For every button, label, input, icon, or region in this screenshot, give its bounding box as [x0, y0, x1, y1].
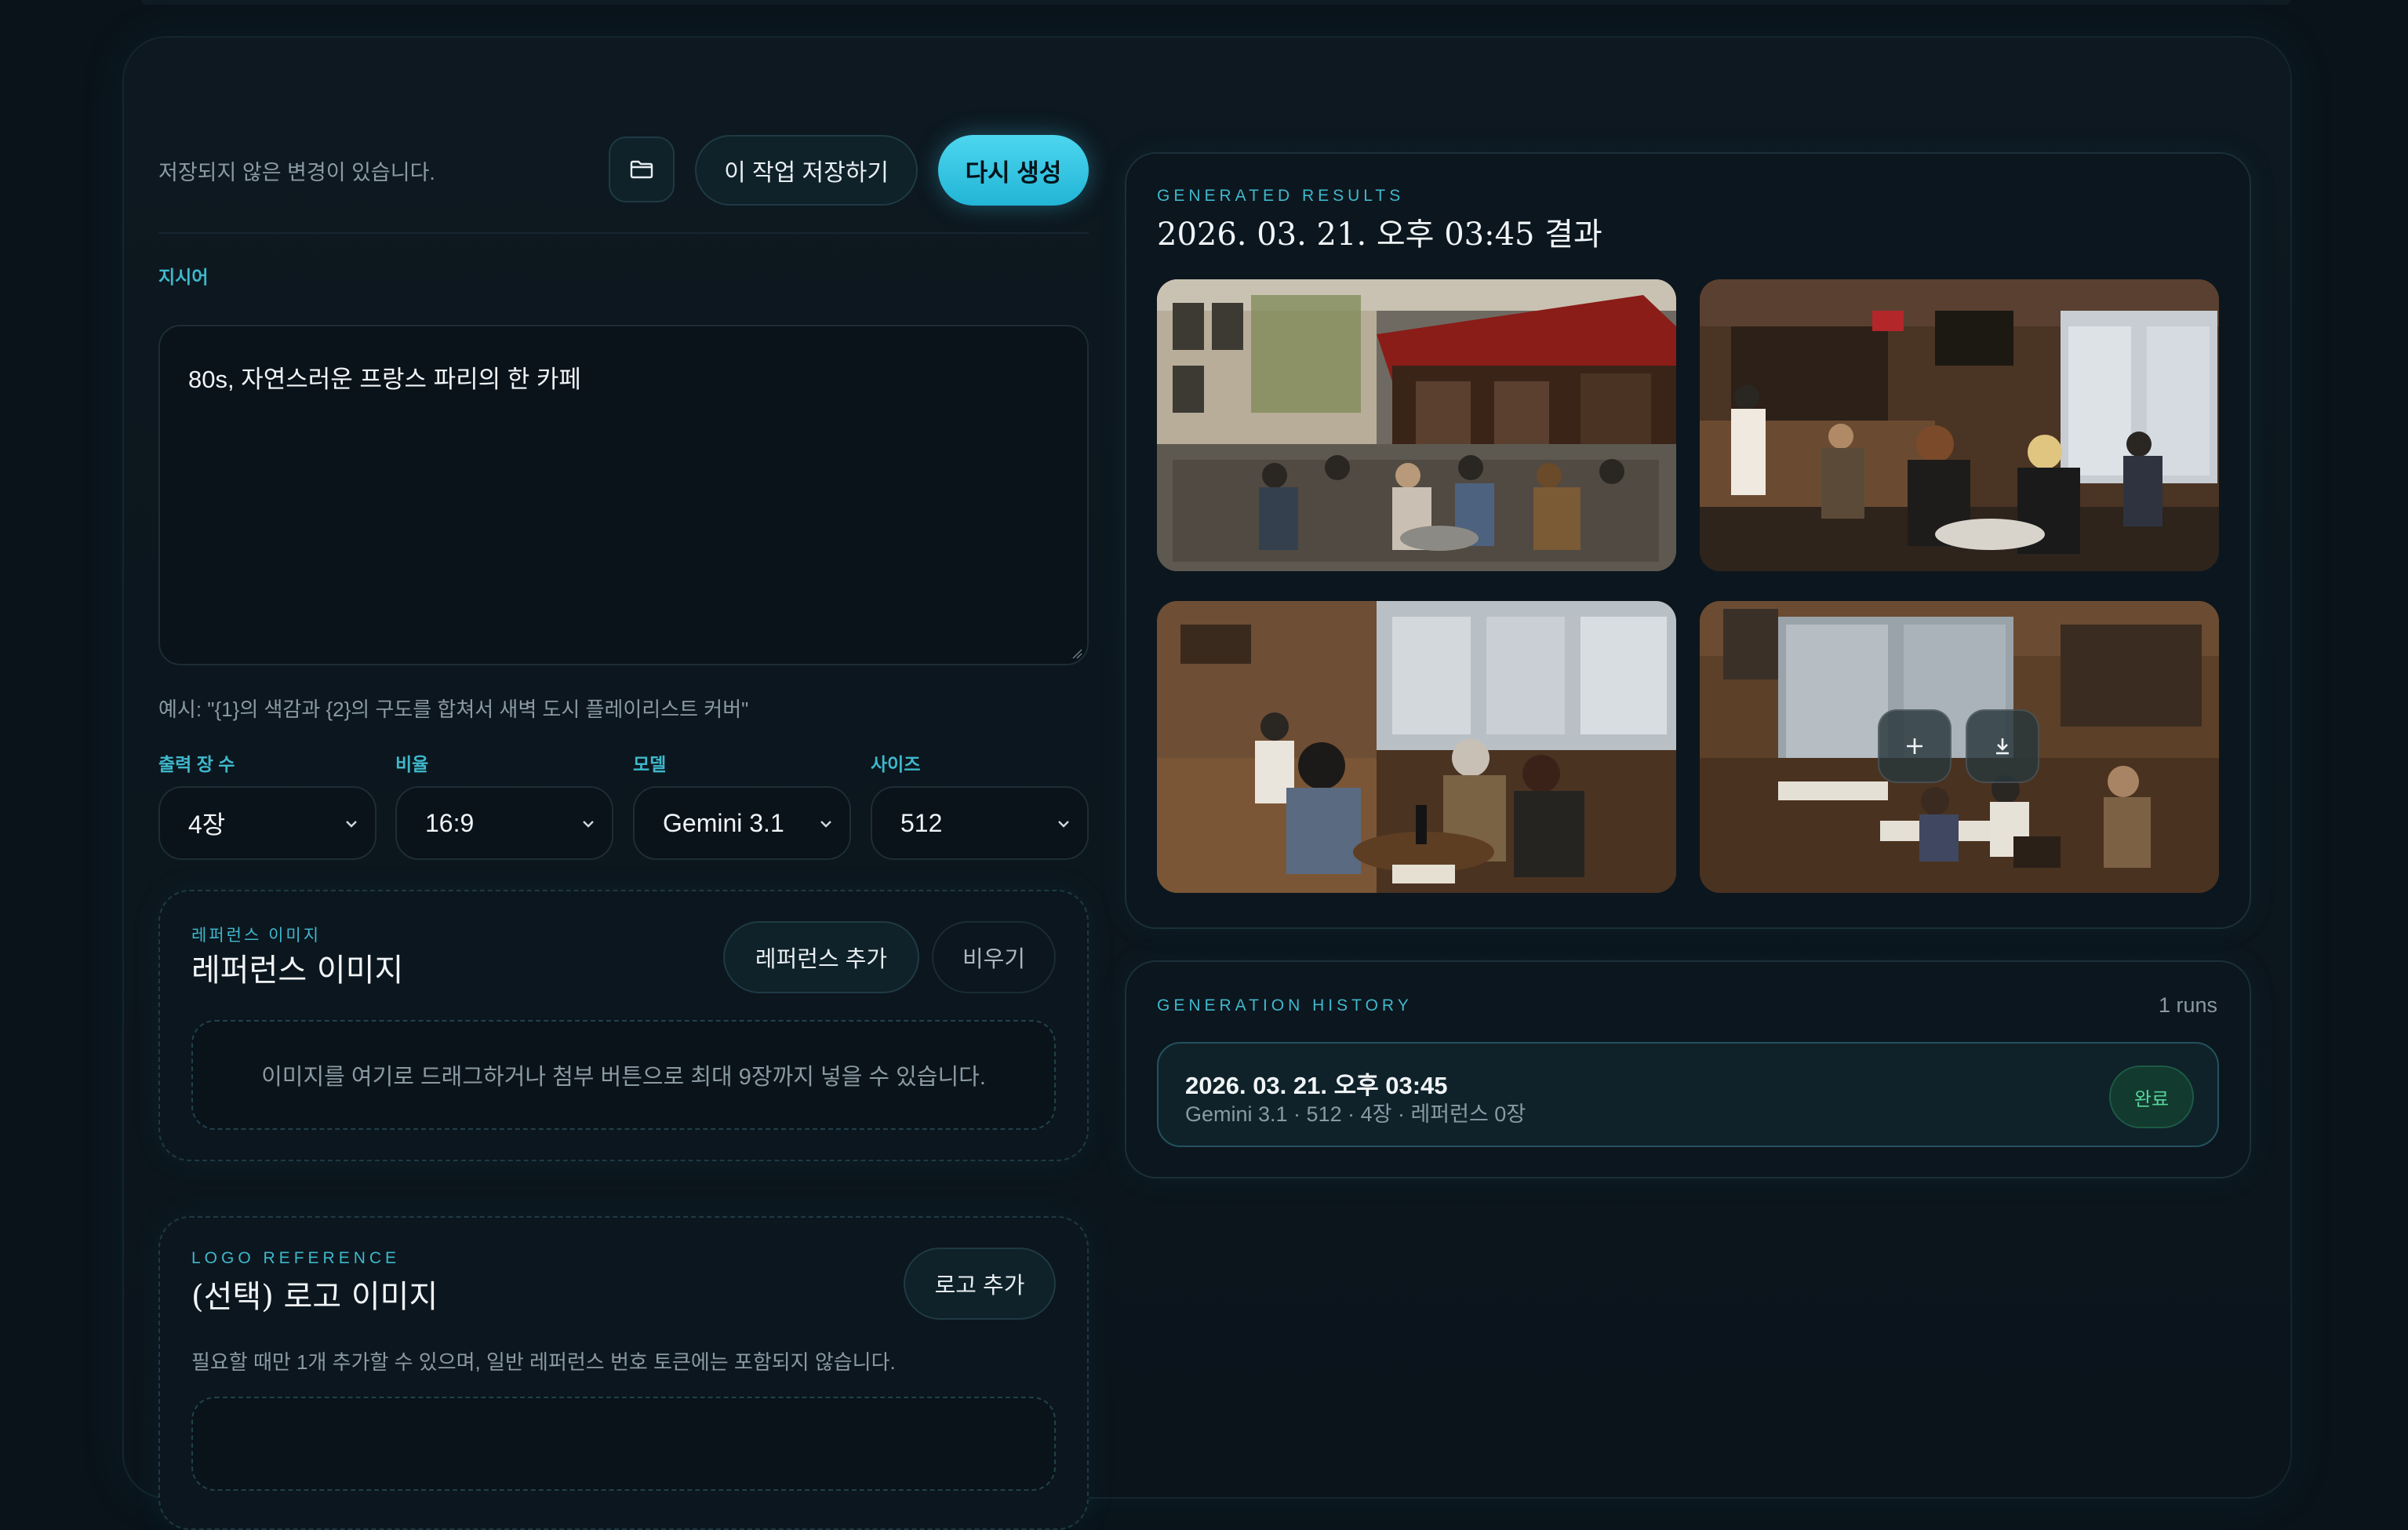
prompt-textarea[interactable]: 80s, 자연스러운 프랑스 파리의 한 카페	[158, 325, 1089, 665]
history-run-count: 1 runs	[2159, 993, 2218, 1017]
model-label: 모델	[633, 754, 667, 774]
prompt-hint: 예시: "{1}의 색감과 {2}의 구도를 합쳐서 새벽 도시 플레이리스트 …	[158, 698, 749, 721]
size-select[interactable]: 512	[871, 786, 1089, 860]
cafe-exterior-image	[1157, 279, 1676, 571]
add-to-reference-button[interactable]	[1878, 709, 1951, 783]
history-item-title: 2026. 03. 21. 오후 03:45	[1185, 1072, 1448, 1099]
unsaved-notice: 저장되지 않은 변경이 있습니다.	[158, 161, 435, 184]
download-icon	[1996, 738, 2009, 755]
results-title: 2026. 03. 21. 오후 03:45 결과	[1157, 217, 1602, 253]
reference-dropzone[interactable]: 이미지를 여기로 드래그하거나 첨부 버튼으로 최대 9장까지 넣을 수 있습니…	[191, 1020, 1056, 1130]
add-logo-button[interactable]: 로고 추가	[904, 1248, 1056, 1320]
logo-eyebrow: LOGO REFERENCE	[191, 1249, 401, 1267]
history-eyebrow: GENERATION HISTORY	[1157, 996, 1413, 1015]
history-item-meta: Gemini 3.1 · 512 · 4장 · 레퍼런스 0장	[1185, 1102, 1526, 1126]
download-image-button[interactable]	[1966, 709, 2039, 783]
cafe-interior-window-image	[1700, 601, 2219, 893]
chevron-down-icon	[820, 821, 831, 828]
result-image-2[interactable]	[1700, 279, 2219, 571]
count-label: 출력 장 수	[158, 754, 235, 774]
model-value: Gemini 3.1	[663, 808, 784, 837]
size-label: 사이즈	[871, 754, 921, 774]
reference-eyebrow: 레퍼런스 이미지	[191, 927, 322, 945]
save-work-button[interactable]: 이 작업 저장하기	[695, 135, 918, 206]
size-value: 512	[900, 808, 943, 837]
results-eyebrow: GENERATED RESULTS	[1157, 187, 1405, 205]
count-select[interactable]: 4장	[158, 786, 376, 860]
prompt-text: 80s, 자연스러운 프랑스 파리의 한 카페	[188, 366, 581, 393]
folder-icon	[630, 160, 653, 179]
logo-description: 필요할 때만 1개 추가할 수 있으며, 일반 레퍼런스 번호 토큰에는 포함되…	[191, 1350, 896, 1374]
logo-title: (선택) 로고 이미지	[191, 1279, 438, 1315]
status-badge: 완료	[2109, 1066, 2194, 1128]
cafe-interior-group-image	[1157, 601, 1676, 893]
regenerate-button[interactable]: 다시 생성	[938, 135, 1089, 206]
prompt-label: 지시어	[158, 267, 209, 287]
clear-reference-button[interactable]: 비우기	[932, 921, 1056, 993]
resize-grip-icon[interactable]	[1071, 648, 1082, 659]
ratio-select[interactable]: 16:9	[395, 786, 613, 860]
logo-dropzone[interactable]	[191, 1397, 1056, 1491]
chevron-down-icon	[583, 821, 594, 828]
cafe-interior-bar-image	[1700, 279, 2219, 571]
result-image-3[interactable]	[1157, 601, 1676, 893]
toolbar-divider	[158, 232, 1089, 234]
ratio-label: 비율	[395, 754, 429, 774]
model-select[interactable]: Gemini 3.1	[633, 786, 851, 860]
ratio-value: 16:9	[425, 808, 475, 837]
result-image-4[interactable]	[1700, 601, 2219, 893]
top-edge	[141, 0, 2290, 5]
history-item[interactable]: 2026. 03. 21. 오후 03:45 Gemini 3.1 · 512 …	[1157, 1042, 2219, 1147]
count-value: 4장	[188, 811, 226, 839]
reference-title: 레퍼런스 이미지	[191, 953, 404, 989]
chevron-down-icon	[1058, 821, 1069, 828]
result-image-1[interactable]	[1157, 279, 1676, 571]
chevron-down-icon	[346, 821, 357, 828]
plus-icon	[1907, 738, 1922, 754]
add-reference-button[interactable]: 레퍼런스 추가	[723, 921, 919, 993]
open-folder-button[interactable]	[609, 137, 675, 202]
